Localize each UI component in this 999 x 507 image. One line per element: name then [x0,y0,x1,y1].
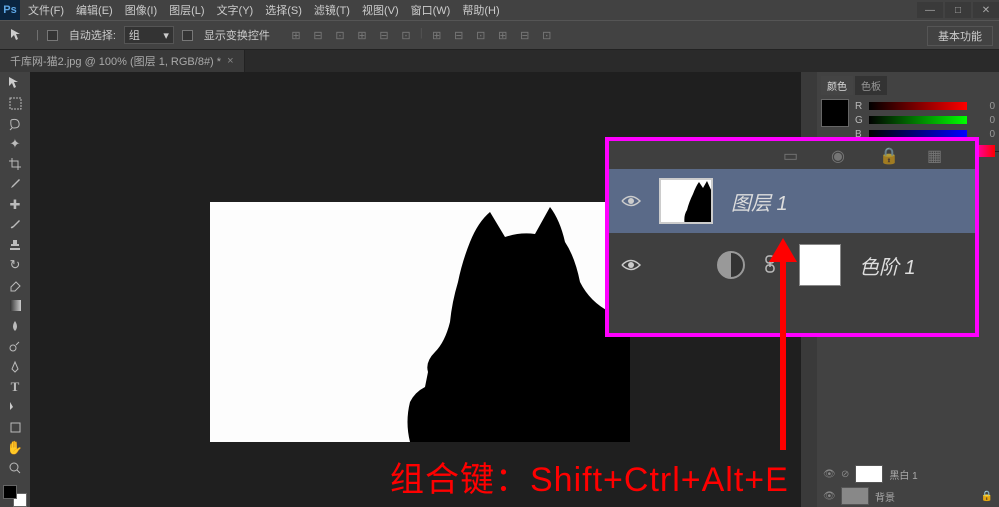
color-swatches[interactable] [3,485,27,507]
menu-window[interactable]: 窗口(W) [407,0,455,20]
g-slider[interactable] [869,116,967,124]
menubar: Ps 文件(F) 编辑(E) 图像(I) 图层(L) 文字(Y) 选择(S) 滤… [0,0,999,20]
annotation-layers-panel: ▭ ◉ 🔒 ▦ 图层 1 色阶 1 [605,137,979,337]
r-value[interactable]: 0 [971,101,995,112]
align-icon[interactable]: ⊟ [310,27,326,43]
eraser-tool[interactable] [2,277,28,295]
adjustment-icon [717,251,745,279]
eyedropper-tool[interactable] [2,175,28,193]
layer-thumb [855,465,883,483]
document-tab[interactable]: 千库网-猫2.jpg @ 100% (图层 1, RGB/8#) * × [0,50,245,72]
distribute-icon[interactable]: ⊟ [517,27,533,43]
wand-tool[interactable]: ✦ [2,135,28,153]
layer-thumbnail[interactable] [659,178,713,224]
gradient-tool[interactable] [2,297,28,315]
r-label: R [855,101,865,112]
workspace-button[interactable]: 基本功能 [927,26,993,46]
options-bar: | 自动选择: 组▾ 显示变换控件 ⊞ ⊟ ⊡ ⊞ ⊟ ⊡ | ⊞ ⊟ ⊡ ⊞ … [0,20,999,50]
auto-select-checkbox[interactable] [47,30,58,41]
history-brush-tool[interactable]: ↻ [2,256,28,274]
path-tool[interactable] [2,398,28,416]
move-tool-indicator [6,24,28,46]
g-value[interactable]: 0 [971,115,995,126]
align-icon[interactable]: ⊞ [288,27,304,43]
layer-name: 黑白 1 [889,467,917,482]
menu-layer[interactable]: 图层(L) [165,0,208,20]
close-tab-icon[interactable]: × [227,55,233,67]
blur-tool[interactable] [2,317,28,335]
distribute-icon[interactable]: ⊞ [429,27,445,43]
menu-type[interactable]: 文字(Y) [213,0,258,20]
visibility-icon[interactable] [621,255,641,275]
layer-name: 色阶 1 [859,251,916,280]
layer-row[interactable]: 👁 背景 🔒 [817,485,999,507]
auto-select-label: 自动选择: [69,27,116,43]
move-tool[interactable] [2,74,28,92]
align-icons: ⊞ ⊟ ⊡ ⊞ ⊟ ⊡ | ⊞ ⊟ ⊡ ⊞ ⊟ ⊡ [288,27,555,43]
brush-tool[interactable] [2,216,28,234]
show-controls-label: 显示变换控件 [204,27,270,43]
menu-filter[interactable]: 滤镜(T) [310,0,354,20]
auto-select-dropdown[interactable]: 组▾ [124,26,174,44]
zoom-tool[interactable] [2,459,28,477]
pen-tool[interactable] [2,358,28,376]
annotation-layer-row-selected[interactable]: 图层 1 [609,169,975,233]
layer-name: 背景 [875,489,895,504]
color-preview[interactable] [821,99,849,127]
lock-icon: 🔒 [981,491,993,502]
annotation-text: 组合键：Shift+Ctrl+Alt+E [390,452,789,501]
distribute-icon[interactable]: ⊡ [473,27,489,43]
align-icon[interactable]: ⊟ [376,27,392,43]
toolbox: ✦ ✚ ↻ T ✋ [0,72,30,507]
marquee-tool[interactable] [2,94,28,112]
document-canvas[interactable] [210,202,630,442]
menu-edit[interactable]: 编辑(E) [72,0,117,20]
layer-name: 图层 1 [731,187,788,216]
tab-color[interactable]: 颜色 [821,76,853,95]
layer-row[interactable]: 👁 ⊘ 黑白 1 [817,463,999,485]
align-icon[interactable]: ⊡ [398,27,414,43]
distribute-icon[interactable]: ⊞ [495,27,511,43]
r-slider[interactable] [869,102,967,110]
align-icon[interactable]: ⊡ [332,27,348,43]
distribute-icon[interactable]: ⊡ [539,27,555,43]
healing-tool[interactable]: ✚ [2,196,28,214]
maximize-button[interactable]: □ [945,2,971,18]
dodge-tool[interactable] [2,337,28,355]
ps-logo: Ps [0,0,20,20]
fill-icon[interactable]: ▦ [927,146,945,164]
menu-image[interactable]: 图像(I) [121,0,161,20]
hand-tool[interactable]: ✋ [2,439,28,457]
visibility-icon[interactable]: 👁 [823,491,835,502]
minimize-button[interactable]: — [917,2,943,18]
layer-thumb [841,487,869,505]
annotation-arrow [780,260,786,450]
layers-panel-partial: 👁 ⊘ 黑白 1 👁 背景 🔒 [817,463,999,507]
lock-icon[interactable]: 🔒 [879,146,897,164]
stamp-tool[interactable] [2,236,28,254]
distribute-icon[interactable]: ⊟ [451,27,467,43]
lasso-tool[interactable] [2,115,28,133]
menu-view[interactable]: 视图(V) [358,0,403,20]
document-tab-bar: 千库网-猫2.jpg @ 100% (图层 1, RGB/8#) * × [0,50,999,72]
layer-mask-thumbnail[interactable] [799,244,841,286]
foreground-color-swatch[interactable] [3,485,17,499]
tab-swatches[interactable]: 色板 [855,76,887,95]
document-tab-title: 千库网-猫2.jpg @ 100% (图层 1, RGB/8#) * [10,53,221,69]
link-icon[interactable]: ⊘ [841,469,849,480]
g-label: G [855,115,865,126]
filter-icon[interactable]: ▭ [783,146,801,164]
shape-tool[interactable] [2,418,28,436]
show-controls-checkbox[interactable] [182,30,193,41]
menu-select[interactable]: 选择(S) [261,0,306,20]
crop-tool[interactable] [2,155,28,173]
eye-icon[interactable]: ◉ [831,146,849,164]
visibility-icon[interactable] [621,191,641,211]
align-icon[interactable]: ⊞ [354,27,370,43]
menu-help[interactable]: 帮助(H) [458,0,503,20]
visibility-icon[interactable]: 👁 [823,469,835,480]
type-tool[interactable]: T [2,378,28,396]
close-button[interactable]: ✕ [973,2,999,18]
menu-file[interactable]: 文件(F) [24,0,68,20]
